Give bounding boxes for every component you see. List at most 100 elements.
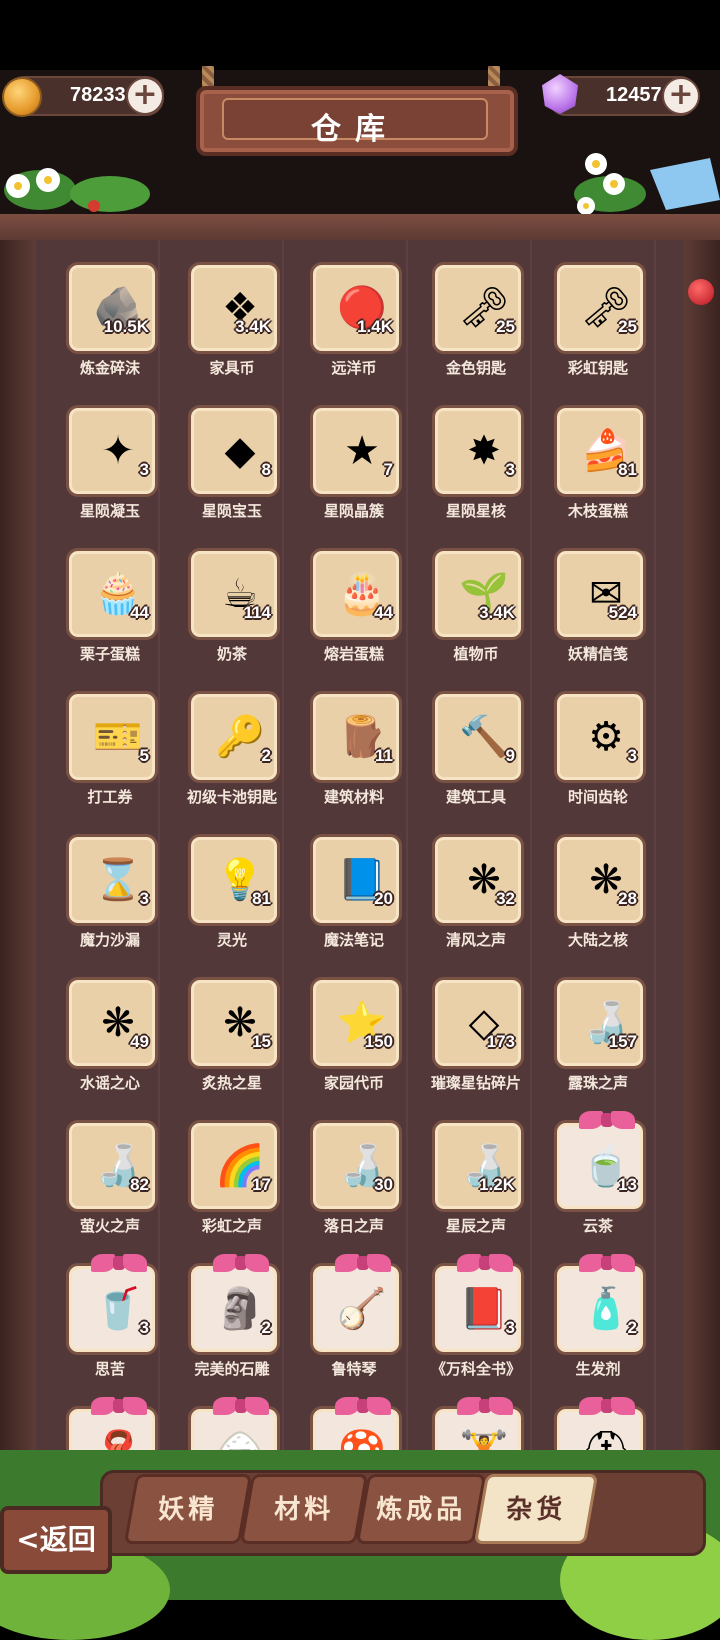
item-count: 11 <box>375 746 393 765</box>
inventory-item[interactable]: 🍵 13 云茶 <box>548 1111 648 1250</box>
item-slot[interactable]: ☕ 114 <box>188 548 280 640</box>
item-count: 3 <box>505 1318 515 1337</box>
scroll-indicator-knob[interactable] <box>688 279 714 305</box>
inventory-item[interactable]: 🌱 3.4K 植物币 <box>426 548 526 678</box>
item-slot[interactable]: 🔑 2 <box>188 691 280 783</box>
item-slot[interactable]: 🥤 3 <box>66 1254 158 1355</box>
tab-fairy[interactable]: 妖精 <box>123 1474 253 1544</box>
item-slot[interactable]: ❋ 28 <box>554 834 646 926</box>
item-slot[interactable]: 🔨 9 <box>432 691 524 783</box>
item-slot[interactable]: 🧴 2 <box>554 1254 646 1355</box>
item-slot[interactable]: ⭐ 150 <box>310 977 402 1069</box>
add-gem-button[interactable]: + <box>662 77 700 115</box>
item-count: 82 <box>130 1175 149 1194</box>
inventory-item[interactable]: ☕ 114 奶茶 <box>182 548 282 678</box>
inventory-item[interactable]: ⭐ 150 家园代币 <box>304 977 404 1107</box>
item-slot[interactable]: ⚙ 3 <box>554 691 646 783</box>
item-count: 30 <box>374 1175 393 1194</box>
item-count: 3 <box>627 746 637 765</box>
inventory-item[interactable]: 🌈 17 彩虹之声 <box>182 1120 282 1250</box>
inventory-item[interactable]: 🎂 44 熔岩蛋糕 <box>304 548 404 678</box>
ribbon-bow-icon <box>579 1395 635 1417</box>
inventory-item[interactable]: 🔑 2 初级卡池钥匙 <box>182 691 282 821</box>
item-name: 生发剂 <box>575 1360 621 1378</box>
item-slot[interactable]: ⌛ 3 <box>66 834 158 926</box>
inventory-item[interactable]: ✦ 3 星陨凝玉 <box>60 405 160 535</box>
inventory-item[interactable]: 🧁 44 栗子蛋糕 <box>60 548 160 678</box>
inventory-item[interactable]: 🔴 1.4K 远洋币 <box>304 262 404 392</box>
item-slot[interactable]: ✸ 3 <box>432 405 524 497</box>
inventory-item[interactable]: 🗿 2 完美的石雕 <box>182 1254 282 1393</box>
item-name: 魔力沙漏 <box>79 931 140 949</box>
item-slot[interactable]: 🗿 2 <box>188 1254 280 1355</box>
item-name: 打工券 <box>87 788 133 806</box>
item-slot[interactable]: ❋ 15 <box>188 977 280 1069</box>
item-slot[interactable]: 🍵 13 <box>554 1111 646 1212</box>
inventory-item[interactable]: ❋ 32 清风之声 <box>426 834 526 964</box>
item-slot[interactable]: ✉ 524 <box>554 548 646 640</box>
item-slot[interactable]: 🪨 10.5K <box>66 262 158 354</box>
inventory-item[interactable]: 🪕 鲁特琴 <box>304 1254 404 1393</box>
tab-goods[interactable]: 杂货 <box>473 1474 599 1544</box>
item-slot[interactable]: ❋ 32 <box>432 834 524 926</box>
inventory-item[interactable]: 🍶 157 露珠之声 <box>548 977 648 1107</box>
inventory-item[interactable]: ✸ 3 星陨星核 <box>426 405 526 535</box>
inventory-item[interactable]: ❋ 15 炙热之星 <box>182 977 282 1107</box>
item-slot[interactable]: ◆ 8 <box>188 405 280 497</box>
item-slot[interactable]: 🌱 3.4K <box>432 548 524 640</box>
inventory-item[interactable]: 🍶 1.2K 星辰之声 <box>426 1120 526 1250</box>
inventory-item[interactable]: 🗝 25 金色钥匙 <box>426 262 526 392</box>
inventory-item[interactable]: 🍶 82 萤火之声 <box>60 1120 160 1250</box>
inventory-item[interactable]: ◆ 8 星陨宝玉 <box>182 405 282 535</box>
inventory-item[interactable]: 📘 20 魔法笔记 <box>304 834 404 964</box>
inventory-item[interactable]: 🥤 3 思苦 <box>60 1254 160 1393</box>
item-slot[interactable]: 🧁 44 <box>66 548 158 640</box>
item-slot[interactable]: 📕 3 <box>432 1254 524 1355</box>
inventory-item[interactable]: ◇ 173 璀璨星钻碎片 <box>426 977 526 1107</box>
inventory-item[interactable]: 🔨 9 建筑工具 <box>426 691 526 821</box>
inventory-item[interactable]: ❋ 49 水谣之心 <box>60 977 160 1107</box>
inventory-item[interactable]: 🍶 30 落日之声 <box>304 1120 404 1250</box>
item-slot[interactable]: 🍶 157 <box>554 977 646 1069</box>
item-slot[interactable]: 🪕 <box>310 1254 402 1355</box>
inventory-item[interactable]: 🎫 5 打工券 <box>60 691 160 821</box>
item-slot[interactable]: ❋ 49 <box>66 977 158 1069</box>
tab-crafted[interactable]: 炼成品 <box>355 1474 487 1544</box>
inventory-item[interactable]: ✉ 524 妖精信笺 <box>548 548 648 678</box>
tab-materials[interactable]: 材料 <box>239 1474 369 1544</box>
item-slot[interactable]: ★ 7 <box>310 405 402 497</box>
item-name: 初级卡池钥匙 <box>186 788 277 806</box>
item-slot[interactable]: 🪵 11 <box>310 691 402 783</box>
inventory-item[interactable]: ⚙ 3 时间齿轮 <box>548 691 648 821</box>
back-button[interactable]: <返回 <box>0 1506 112 1574</box>
item-slot[interactable]: 🍰 81 <box>554 405 646 497</box>
item-slot[interactable]: 🎫 5 <box>66 691 158 783</box>
item-slot[interactable]: 🍶 82 <box>66 1120 158 1212</box>
ribbon-bow-icon <box>579 1252 635 1274</box>
item-slot[interactable]: 🍶 30 <box>310 1120 402 1212</box>
item-slot[interactable]: 🎂 44 <box>310 548 402 640</box>
inventory-item[interactable]: 🧴 2 生发剂 <box>548 1254 648 1393</box>
inventory-item[interactable]: 🪵 11 建筑材料 <box>304 691 404 821</box>
item-slot[interactable]: 🔴 1.4K <box>310 262 402 354</box>
inventory-item[interactable]: ❋ 28 大陆之核 <box>548 834 648 964</box>
inventory-item[interactable]: ⌛ 3 魔力沙漏 <box>60 834 160 964</box>
item-slot[interactable]: 💡 81 <box>188 834 280 926</box>
item-slot[interactable]: ❖ 3.4K <box>188 262 280 354</box>
item-slot[interactable]: 🍶 1.2K <box>432 1120 524 1212</box>
inventory-item[interactable]: 🗝 25 彩虹钥匙 <box>548 262 648 392</box>
inventory-item[interactable]: 💡 81 灵光 <box>182 834 282 964</box>
item-slot[interactable]: 🌈 17 <box>188 1120 280 1212</box>
inventory-item[interactable]: 🪨 10.5K 炼金碎沫 <box>60 262 160 392</box>
item-slot[interactable]: ◇ 173 <box>432 977 524 1069</box>
tab-label: 材料 <box>274 1495 335 1525</box>
item-slot[interactable]: 📘 20 <box>310 834 402 926</box>
inventory-item[interactable]: 📕 3 《万科全书》 <box>426 1254 526 1393</box>
inventory-item[interactable]: ❖ 3.4K 家具币 <box>182 262 282 392</box>
inventory-item[interactable]: ★ 7 星陨晶簇 <box>304 405 404 535</box>
item-slot[interactable]: 🗝 25 <box>432 262 524 354</box>
item-slot[interactable]: ✦ 3 <box>66 405 158 497</box>
inventory-item[interactable]: 🍰 81 木枝蛋糕 <box>548 405 648 535</box>
add-gold-button[interactable]: + <box>126 77 164 115</box>
item-slot[interactable]: 🗝 25 <box>554 262 646 354</box>
